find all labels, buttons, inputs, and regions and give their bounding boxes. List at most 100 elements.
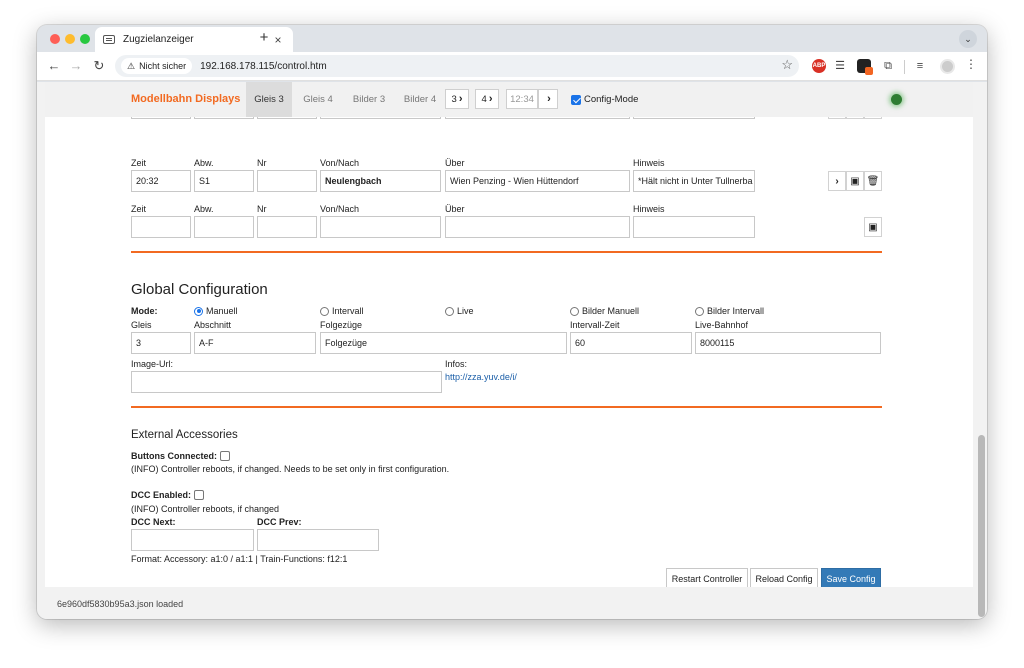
- image-url-field[interactable]: [131, 371, 442, 393]
- mode-option-bilder-intervall[interactable]: Bilder Intervall: [695, 306, 764, 316]
- tab-bilder-3[interactable]: Bilder 3: [345, 82, 393, 117]
- save-config-button[interactable]: Save Config: [821, 568, 881, 587]
- radio-intervall[interactable]: [320, 306, 329, 316]
- abschnitt-label: Abschnitt: [194, 320, 232, 330]
- mode-option-manuell[interactable]: Manuell: [194, 306, 238, 316]
- adblock-extension-icon[interactable]: ABP: [812, 59, 826, 73]
- tab-search-button[interactable]: ⌄: [959, 30, 977, 48]
- row1-hinweis-field[interactable]: *Hält nicht in Unter Tullnerba: [633, 170, 755, 192]
- row1-save-button[interactable]: ▣: [846, 171, 864, 191]
- row2-ueber-field[interactable]: [445, 216, 630, 238]
- row2-zeit-field[interactable]: [131, 216, 191, 238]
- row1-nr-label: Nr: [257, 158, 267, 168]
- intervall-zeit-label: Intervall-Zeit: [570, 320, 620, 330]
- row2-save-button[interactable]: ▣: [864, 217, 882, 237]
- dcc-prev-label: DCC Prev:: [257, 517, 302, 527]
- minimize-window-button[interactable]: [65, 34, 75, 44]
- section-divider: [131, 406, 882, 408]
- mode-live-label: Live: [457, 306, 474, 316]
- gleis-label: Gleis: [131, 320, 152, 330]
- row2-von-nach-label: Von/Nach: [320, 204, 360, 214]
- dcc-prev-field[interactable]: [257, 529, 379, 551]
- dcc-next-field[interactable]: [131, 529, 254, 551]
- mode-option-live[interactable]: Live: [445, 306, 474, 316]
- row1-nr-field[interactable]: [257, 170, 317, 192]
- dcc-enabled-checkbox[interactable]: [194, 490, 205, 500]
- media-controls-icon[interactable]: ≡: [913, 59, 927, 73]
- radio-live[interactable]: [445, 306, 454, 316]
- live-bahnhof-label: Live-Bahnhof: [695, 320, 749, 330]
- chevron-right-icon: ›: [835, 175, 839, 187]
- chevron-right-icon: ›: [488, 93, 493, 105]
- address-bar[interactable]: ⚠ Nicht sicher 192.168.178.115/control.h…: [115, 55, 799, 77]
- reload-button[interactable]: ↻: [90, 57, 108, 75]
- row2-hinweis-field[interactable]: [633, 216, 755, 238]
- maximize-window-button[interactable]: [80, 34, 90, 44]
- time-next-button[interactable]: ›: [538, 89, 558, 109]
- restart-controller-button[interactable]: Restart Controller: [666, 568, 748, 587]
- list-extension-icon[interactable]: ☰: [833, 59, 847, 73]
- tab-close-icon[interactable]: ×: [271, 33, 285, 47]
- bookmark-star-icon[interactable]: ☆: [781, 57, 793, 73]
- floppy-disk-icon: ▣: [850, 175, 860, 187]
- close-window-button[interactable]: [50, 34, 60, 44]
- floppy-disk-icon: ▣: [868, 221, 878, 233]
- row2-abw-field[interactable]: [194, 216, 254, 238]
- config-mode-checkbox[interactable]: [571, 94, 581, 105]
- section-divider: [131, 251, 882, 253]
- extensions-puzzle-icon[interactable]: ⧉: [881, 59, 895, 73]
- new-tab-button[interactable]: +: [255, 29, 273, 46]
- tab-title: Zugzielanzeiger: [123, 34, 194, 45]
- intervall-zeit-field[interactable]: 60: [570, 332, 692, 354]
- row1-abw-field[interactable]: S1: [194, 170, 254, 192]
- row1-zeit-field[interactable]: 20:32: [131, 170, 191, 192]
- status-text: 6e960df5830b95a3.json loaded: [57, 599, 184, 609]
- live-bahnhof-field[interactable]: 8000115: [695, 332, 881, 354]
- tab-gleis-4[interactable]: Gleis 4: [295, 82, 341, 117]
- browser-menu-icon[interactable]: ⋮: [965, 57, 977, 71]
- abschnitt-field[interactable]: A-F: [194, 332, 316, 354]
- security-chip[interactable]: ⚠ Nicht sicher: [121, 58, 193, 74]
- row2-nr-label: Nr: [257, 204, 267, 214]
- back-button[interactable]: ←: [45, 57, 63, 75]
- radio-manuell[interactable]: [194, 306, 203, 316]
- row1-next-button[interactable]: ›: [828, 171, 846, 191]
- row2-ueber-label: Über: [445, 204, 465, 214]
- page-scrollbar[interactable]: [978, 435, 985, 617]
- format-info-text: Format: Accessory: a1:0 / a1:1 | Train-F…: [131, 554, 348, 564]
- folgezuege-field[interactable]: Folgezüge: [320, 332, 567, 354]
- warning-icon: ⚠: [127, 60, 136, 71]
- browser-window: Zugzielanzeiger × + ⌄ ← → ↻ ⚠ Nicht sich…: [37, 25, 987, 619]
- gleis-field[interactable]: 3: [131, 332, 191, 354]
- tab-gleis-3[interactable]: Gleis 3: [246, 82, 292, 117]
- infos-link[interactable]: http://zza.yuv.de/i/: [445, 372, 517, 382]
- row2-abw-label: Abw.: [194, 204, 214, 214]
- row2-nr-field[interactable]: [257, 216, 317, 238]
- folgezuege-label: Folgezüge: [320, 320, 363, 330]
- radio-bilder-manuell[interactable]: [570, 306, 579, 316]
- mode-option-intervall[interactable]: Intervall: [320, 306, 364, 316]
- row2-von-nach-field[interactable]: [320, 216, 441, 238]
- forward-button[interactable]: →: [67, 57, 85, 75]
- row1-delete-button[interactable]: 🗑: [864, 171, 882, 191]
- row1-ueber-field[interactable]: Wien Penzing - Wien Hüttendorf: [445, 170, 630, 192]
- row1-von-nach-field[interactable]: Neulengbach: [320, 170, 441, 192]
- buttons-connected-checkbox[interactable]: [220, 451, 230, 461]
- time-input[interactable]: 12:34: [506, 89, 538, 109]
- mode-manuell-label: Manuell: [206, 306, 238, 316]
- brand-title[interactable]: Modellbahn Displays: [131, 93, 240, 105]
- chevron-right-icon: ›: [458, 93, 463, 105]
- mode-option-bilder-manuell[interactable]: Bilder Manuell: [570, 306, 639, 316]
- config-mode-toggle[interactable]: Config-Mode: [571, 94, 638, 105]
- row1-zeit-label: Zeit: [131, 158, 147, 168]
- reload-config-button[interactable]: Reload Config: [750, 568, 818, 587]
- radio-bilder-intervall[interactable]: [695, 306, 704, 316]
- mode-bilder-manuell-label: Bilder Manuell: [582, 306, 640, 316]
- tab-bilder-4[interactable]: Bilder 4: [396, 82, 444, 117]
- tab-strip: Zugzielanzeiger × + ⌄: [37, 25, 987, 52]
- profile-avatar[interactable]: [940, 59, 955, 74]
- page-3-next-button[interactable]: 3 ›: [445, 89, 469, 109]
- page-4-next-button[interactable]: 4 ›: [475, 89, 499, 109]
- favicon-icon: [103, 35, 115, 44]
- security-label: Nicht sicher: [139, 61, 187, 71]
